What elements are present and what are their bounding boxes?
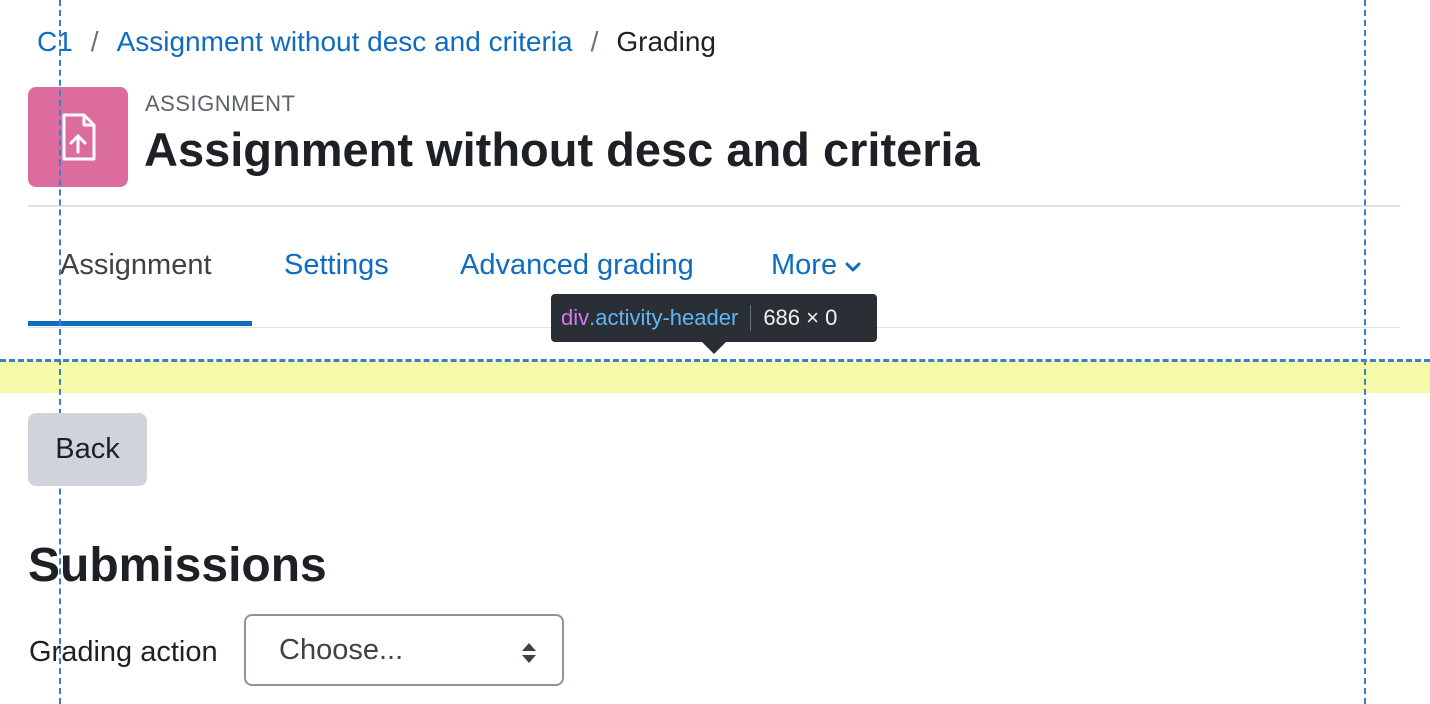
breadcrumb-current: Grading (616, 26, 716, 57)
grading-action-value: Choose... (279, 634, 404, 666)
chevron-down-icon (845, 229, 861, 299)
page-title: Assignment without desc and criteria (144, 123, 980, 176)
activity-header-highlight (0, 361, 1430, 393)
devtools-inspector-tooltip: div .activity-header 686 × 0 (551, 294, 877, 342)
breadcrumb-separator: / (90, 26, 99, 57)
tooltip-class: .activity-header (589, 305, 739, 330)
back-button[interactable]: Back (28, 413, 147, 486)
header-divider (28, 205, 1400, 207)
submissions-heading: Submissions (28, 539, 327, 592)
inspector-guide-vertical-right (1364, 0, 1366, 704)
active-tab-indicator (28, 321, 252, 326)
grading-action-label: Grading action (29, 636, 218, 668)
grading-action-select[interactable]: Choose... (244, 614, 564, 686)
tooltip-tag: div (561, 305, 590, 330)
breadcrumb: C1 / Assignment without desc and criteri… (37, 24, 716, 60)
tab-settings[interactable]: Settings (284, 230, 389, 300)
tooltip-arrow (702, 342, 726, 354)
breadcrumb-link-course[interactable]: C1 (37, 26, 73, 58)
file-upload-icon (28, 87, 128, 187)
activity-type-label: ASSIGNMENT (145, 91, 296, 116)
tab-advanced-grading[interactable]: Advanced grading (460, 230, 694, 300)
tab-more-label: More (771, 249, 838, 281)
tab-assignment[interactable]: Assignment (60, 230, 212, 300)
breadcrumb-separator: / (590, 26, 599, 57)
inspector-guide-vertical-left (59, 0, 61, 704)
inspector-guide-horizontal (0, 359, 1430, 362)
tab-more[interactable]: More (771, 230, 861, 300)
select-arrows-icon (520, 640, 538, 673)
tooltip-separator (750, 305, 752, 331)
breadcrumb-link-assignment[interactable]: Assignment without desc and criteria (117, 26, 573, 58)
tooltip-dimensions: 686 × 0 (763, 305, 838, 330)
